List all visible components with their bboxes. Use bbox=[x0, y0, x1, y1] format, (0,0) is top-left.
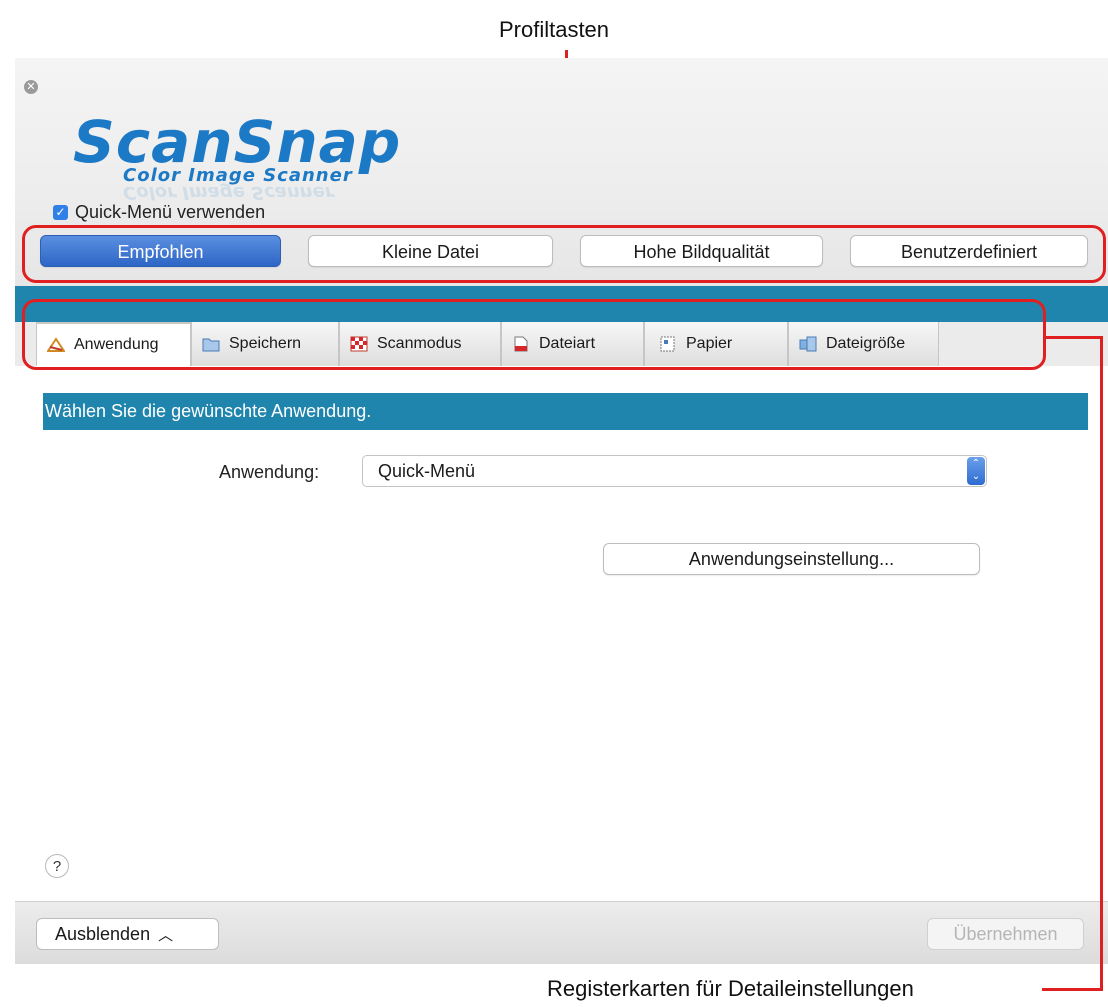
detail-tabs-annotation: Registerkarten für Detaileinstellungen bbox=[547, 976, 914, 1001]
apply-button[interactable]: Übernehmen bbox=[927, 918, 1084, 950]
quick-menu-checkbox[interactable]: ✓ bbox=[53, 205, 68, 220]
detail-tabs-connector-v bbox=[1100, 336, 1103, 990]
application-label: Anwendung: bbox=[219, 462, 320, 482]
application-settings-button[interactable]: Anwendungseinstellung... bbox=[603, 543, 980, 575]
profile-keys-highlight bbox=[22, 225, 1106, 283]
quick-menu-label[interactable]: Quick-Menü verwenden bbox=[75, 202, 265, 223]
detail-tabs-connector-h1 bbox=[1043, 336, 1103, 339]
section-header: Wählen Sie die gewünschte Anwendung. bbox=[43, 393, 1088, 430]
application-select[interactable]: Quick-Menü ⌃ ⌄ bbox=[362, 455, 987, 487]
chevron-updown-icon: ⌃ ⌄ bbox=[967, 457, 985, 485]
hide-button[interactable]: Ausblenden ︿ bbox=[36, 918, 219, 950]
scansnap-settings-window: ✕ ScanSnap Color Image Scanner Color Ima… bbox=[15, 58, 1108, 964]
detail-tabs-highlight bbox=[22, 299, 1046, 370]
detail-tabs-connector-h2 bbox=[1042, 988, 1103, 991]
bottom-bar: Ausblenden ︿ Übernehmen bbox=[15, 901, 1108, 964]
help-icon[interactable]: ? bbox=[45, 854, 69, 878]
profile-keys-annotation: Profiltasten bbox=[498, 17, 610, 42]
chevron-up-icon: ︿ bbox=[158, 927, 174, 944]
logo-reflection: Color Image Scanner bbox=[123, 182, 334, 203]
hide-button-label: Ausblenden bbox=[55, 924, 151, 944]
quick-menu-row: ✓ Quick-Menü verwenden bbox=[53, 202, 265, 223]
close-icon[interactable]: ✕ bbox=[24, 80, 38, 94]
application-select-value: Quick-Menü bbox=[378, 461, 476, 481]
